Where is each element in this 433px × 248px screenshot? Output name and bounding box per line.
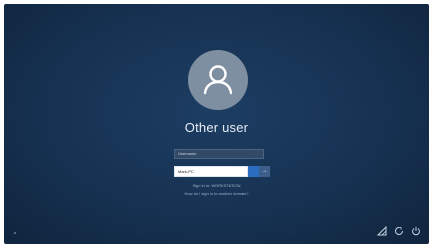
corner-dot [14, 232, 16, 234]
username-field[interactable]: Username [174, 149, 264, 159]
sign-in-to-label: Sign in to: WORKSTATION [192, 183, 241, 188]
reveal-password-button[interactable] [248, 166, 259, 177]
submit-arrow-button[interactable]: → [259, 166, 270, 177]
user-avatar [188, 50, 248, 110]
network-icon[interactable] [377, 226, 387, 236]
password-field[interactable]: Mark-PC [174, 166, 248, 177]
power-icon[interactable] [411, 226, 421, 236]
password-row: Mark-PC → [174, 166, 270, 177]
other-domain-link[interactable]: How do I sign in to another domain? [4, 191, 429, 196]
accessibility-icon[interactable] [394, 226, 404, 236]
user-icon [203, 65, 233, 95]
lock-screen: Other user Username Mark-PC → Sign in to… [4, 4, 429, 244]
user-display-name: Other user [184, 120, 249, 135]
corner-controls [377, 226, 421, 236]
